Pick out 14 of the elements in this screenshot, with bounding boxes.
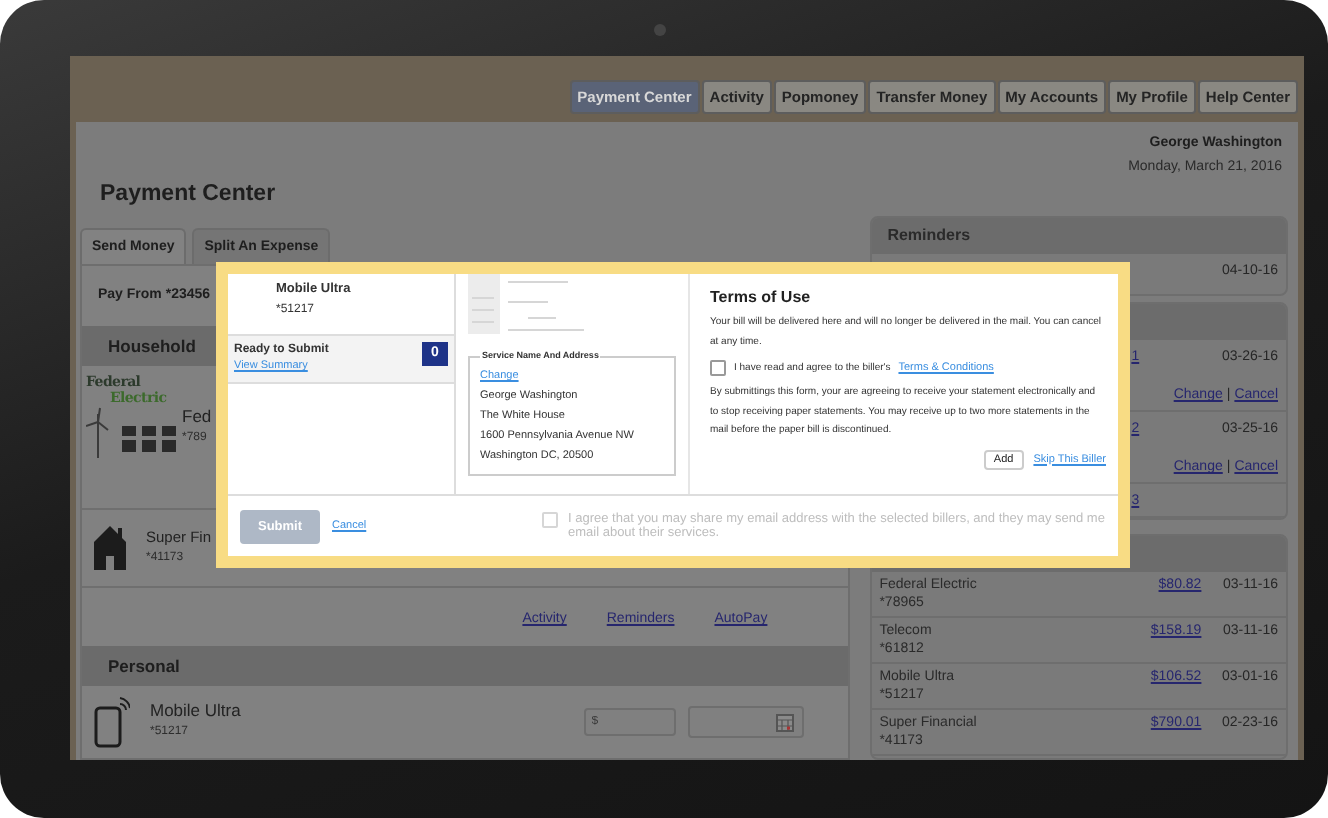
house-icon <box>94 526 126 570</box>
biller-name: Mobile Ultra <box>150 700 243 722</box>
biller-name: Fed <box>182 406 212 428</box>
terms-title: Terms of Use <box>710 288 813 306</box>
card-title: Reminders <box>887 226 971 244</box>
tablet-icon <box>94 696 130 748</box>
camera-icon <box>654 24 666 36</box>
date-field[interactable] <box>687 706 804 738</box>
section-title: Household <box>108 336 196 356</box>
calendar-icon <box>775 713 794 731</box>
agree-checkbox[interactable] <box>710 360 726 376</box>
bill-thumbnail <box>468 274 584 334</box>
section-title: Personal <box>108 656 180 676</box>
page-title: Payment Center <box>100 180 278 208</box>
